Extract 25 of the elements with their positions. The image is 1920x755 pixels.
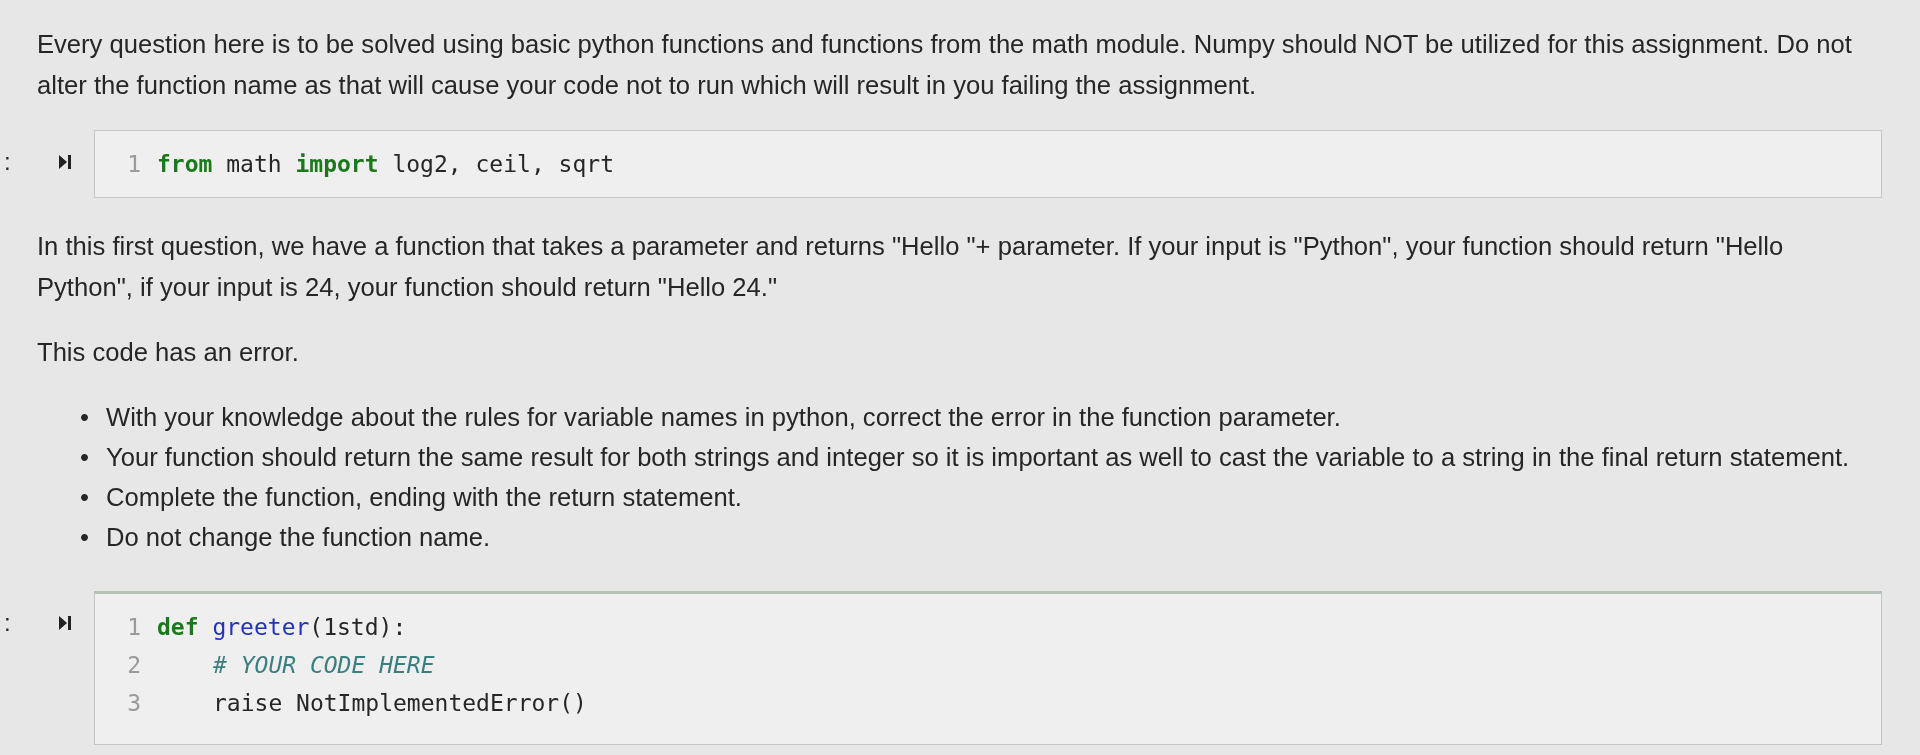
bullet-marker: • — [80, 522, 90, 553]
cell-prompt: : — [3, 147, 12, 176]
bullet-marker: • — [80, 402, 90, 433]
bullet-text: Complete the function, ending with the return statement. — [106, 482, 742, 513]
code-editor[interactable]: 1 def greeter(1std): 2 # YOUR CODE HERE 3 raise NotImplementedError() — [94, 591, 1882, 745]
code-line: # YOUR CODE HERE — [212, 651, 435, 680]
code-line: raise NotImplementedError() — [212, 689, 587, 718]
line-number: 3 — [126, 689, 142, 718]
paragraph-text: This code has an error. — [37, 337, 300, 368]
line-number: 1 — [126, 613, 142, 642]
code-line: def greeter(1std): — [157, 613, 407, 642]
bullet-marker: • — [80, 442, 90, 473]
bullet-text: Your function should return the same result for both strings and integer so it is important as well to cast the variable to a string in the final return statement. — [106, 442, 1850, 473]
bullet-marker: • — [80, 482, 90, 513]
code-line: from math import log2, ceil, sqrt — [157, 150, 614, 179]
paragraph-text: In this first question, we have a function that takes a parameter and returns "Hello "+ parameter. If your input is "Python", your function should return "Hello Python", if your input is 24, your function should return "Hello 24." — [37, 231, 1785, 303]
code-editor[interactable]: 1 from math import log2, ceil, sqrt — [94, 130, 1882, 198]
run-icon[interactable] — [58, 154, 72, 170]
line-number: 1 — [126, 150, 142, 179]
bullet-text: Do not change the function name. — [106, 522, 491, 553]
cell-prompt: : — [3, 608, 12, 637]
paragraph-text: Every question here is to be solved using basic python functions and functions from the math module. Numpy should NOT be utilized for this assignment. Do not alter the function name as that will cause your code not to run which will result in you failing the assignment. — [37, 29, 1853, 101]
run-icon[interactable] — [58, 615, 72, 631]
line-number: 2 — [126, 651, 142, 680]
bullet-text: With your knowledge about the rules for variable names in python, correct the error in the function parameter. — [106, 402, 1341, 433]
